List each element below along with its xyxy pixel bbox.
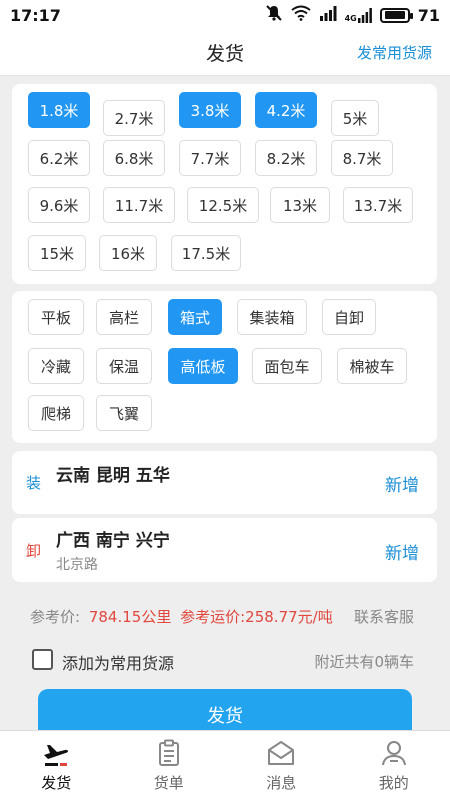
plane-icon	[41, 738, 71, 768]
status-icons: 4G 71	[265, 4, 440, 26]
vehicle-type-card: 平板 高栏 箱式 集装箱 自卸冷藏 保温 高低板 面包车 棉被车爬梯 飞翼	[12, 291, 437, 443]
load-address-card[interactable]: 装 云南 昆明 五华 新增	[12, 451, 437, 514]
vehicle-length-chip[interactable]: 9.6米	[28, 187, 90, 223]
vehicle-type-chip[interactable]: 面包车	[252, 348, 322, 384]
vehicle-length-chip[interactable]: 8.7米	[331, 140, 393, 176]
vehicle-type-chip[interactable]: 箱式	[168, 299, 222, 335]
vehicle-type-chip[interactable]: 飞翼	[96, 395, 152, 431]
tab-bar: 发货 货单 消息 我的	[0, 730, 450, 800]
vehicle-length-chip[interactable]: 5米	[331, 100, 379, 136]
vehicle-type-chip[interactable]: 高栏	[96, 299, 152, 335]
vehicle-type-chip[interactable]: 冷藏	[28, 348, 84, 384]
vehicle-length-chip[interactable]: 17.5米	[171, 235, 241, 271]
contact-service-link[interactable]: 联系客服	[354, 606, 414, 627]
tab-ship[interactable]: 发货	[0, 731, 113, 800]
unload-address-detail: 北京路	[56, 557, 98, 573]
submit-button[interactable]: 发货	[38, 689, 412, 730]
signal-icon	[319, 5, 337, 25]
frequent-cargo-link[interactable]: 发常用货源	[357, 42, 432, 63]
load-address: 云南 昆明 五华	[56, 466, 170, 486]
tab-profile-label: 我的	[378, 774, 409, 792]
unload-address: 广西 南宁 兴宁	[56, 531, 170, 551]
tab-orders-label: 货单	[153, 774, 184, 792]
vehicle-length-chip[interactable]: 4.2米	[255, 92, 317, 128]
price-fee: 参考运价:258.77元/吨	[180, 608, 333, 626]
mute-icon	[265, 4, 283, 26]
price-label: 参考价:	[30, 608, 81, 626]
vehicle-type-chip[interactable]: 自卸	[322, 299, 376, 335]
vehicle-length-card: 1.8米 2.7米 3.8米 4.2米 5米 6.2米 6.8米 7.7米 8.2米 8.7米 9.…	[12, 84, 437, 284]
nav-bar: 发货 发常用货源	[0, 30, 450, 76]
tab-profile[interactable]: 我的	[338, 731, 450, 800]
status-bar: 17:17 4G 71	[0, 0, 450, 30]
vehicle-type-chip[interactable]: 高低板	[168, 348, 238, 384]
status-time: 17:17	[10, 5, 61, 25]
tab-messages[interactable]: 消息	[225, 731, 338, 800]
unload-address-card[interactable]: 卸 广西 南宁 兴宁 北京路 新增	[12, 518, 437, 582]
tab-messages-label: 消息	[266, 774, 297, 792]
tab-ship-label: 发货	[41, 774, 72, 792]
person-icon	[379, 738, 409, 768]
vehicle-type-chip[interactable]: 棉被车	[337, 348, 407, 384]
vehicle-length-chip[interactable]: 16米	[99, 235, 157, 271]
vehicle-length-chip[interactable]: 11.7米	[103, 187, 175, 223]
vehicle-type-chip[interactable]: 保温	[96, 348, 152, 384]
vehicle-length-chip[interactable]: 7.7米	[179, 140, 241, 176]
wifi-icon	[290, 5, 311, 25]
document-icon	[154, 738, 184, 768]
vehicle-type-chip[interactable]: 爬梯	[28, 395, 84, 431]
vehicle-length-chip[interactable]: 13.7米	[343, 187, 413, 223]
unload-add-button[interactable]: 新增	[385, 539, 419, 564]
vehicle-length-chip[interactable]: 6.2米	[28, 140, 90, 176]
vehicle-length-chip[interactable]: 1.8米	[28, 92, 90, 128]
nearby-vehicles: 附近共有0辆车	[314, 653, 414, 671]
price-distance: 784.15公里	[88, 608, 172, 626]
vehicle-type-chip[interactable]: 集装箱	[237, 299, 307, 335]
save-frequent-checkbox[interactable]	[32, 649, 53, 670]
vehicle-type-chip[interactable]: 平板	[28, 299, 84, 335]
vehicle-length-chip[interactable]: 12.5米	[187, 187, 259, 223]
page-title: 发货	[205, 43, 244, 65]
battery-icon	[379, 7, 413, 23]
save-frequent-label[interactable]: 添加为常用货源	[62, 650, 174, 674]
reference-price: 参考价: 784.15公里 参考运价:258.77元/吨	[30, 606, 333, 627]
vehicle-length-chip[interactable]: 3.8米	[179, 92, 241, 128]
vehicle-length-chip[interactable]: 13米	[270, 187, 330, 223]
unload-tag: 卸	[26, 542, 42, 560]
vehicle-length-chip[interactable]: 8.2米	[255, 140, 317, 176]
vehicle-length-chip[interactable]: 2.7米	[103, 100, 165, 136]
signal-4g-icon: 4G	[345, 7, 372, 23]
load-add-button[interactable]: 新增	[385, 471, 419, 496]
vehicle-length-chip[interactable]: 6.8米	[103, 140, 165, 176]
battery-level: 71	[417, 5, 440, 25]
load-tag: 装	[26, 474, 42, 492]
vehicle-length-chip[interactable]: 15米	[28, 235, 86, 271]
tab-orders[interactable]: 货单	[113, 731, 226, 800]
envelope-icon	[266, 738, 296, 768]
main-content: 1.8米 2.7米 3.8米 4.2米 5米 6.2米 6.8米 7.7米 8.2米 8.7米 9.…	[0, 76, 450, 730]
